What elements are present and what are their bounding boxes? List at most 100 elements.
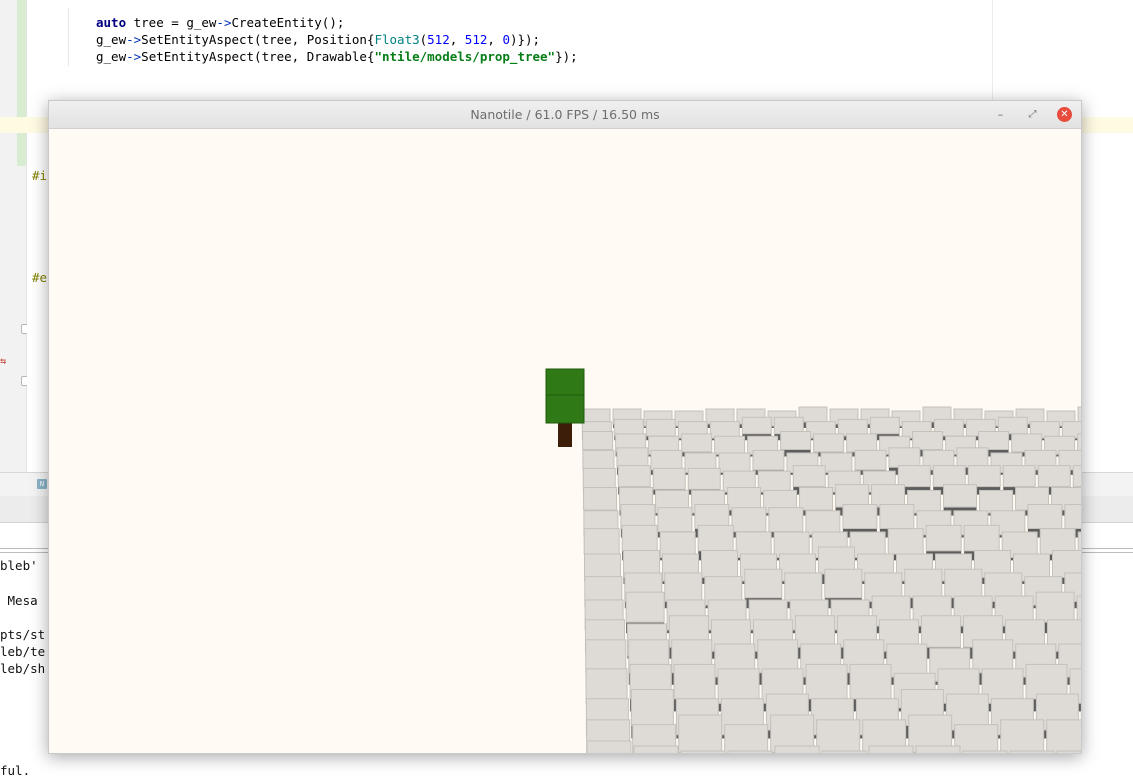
terrain-tile <box>846 433 878 453</box>
terrain-tile <box>842 504 878 530</box>
terrain-tile <box>727 750 773 753</box>
console-line: ful. <box>0 763 31 778</box>
terrain-tile <box>621 524 658 552</box>
terrain-tile <box>824 568 863 599</box>
terrain-tile <box>932 465 966 488</box>
terrain-tile <box>625 591 665 623</box>
terrain-tile <box>1037 465 1071 488</box>
terrain-tile <box>915 745 961 753</box>
terrain-tile <box>741 416 772 435</box>
terrain-tile <box>805 510 841 536</box>
terrain-tile <box>805 663 848 700</box>
terrain-tile <box>697 524 734 552</box>
terrain-tile <box>780 431 812 451</box>
terrain-tile <box>1077 433 1081 453</box>
terrain-tile <box>630 688 674 726</box>
terrain-tile <box>954 724 999 753</box>
terrain-tile <box>1027 504 1063 530</box>
terrain-tile <box>582 449 615 471</box>
preprocessor-directive: #i <box>32 168 48 183</box>
terrain-tile <box>583 528 620 555</box>
terrain-tile <box>673 663 716 700</box>
terrain-tile <box>1035 591 1075 623</box>
terrain-tile <box>1009 750 1055 753</box>
terrain-tile <box>585 639 627 674</box>
terrain-tile <box>652 467 686 490</box>
terrain-tile <box>744 568 783 599</box>
terrain-tile <box>687 467 721 490</box>
terrain-tile <box>799 487 834 511</box>
tree-foliage-top <box>545 368 585 396</box>
terrain-tile <box>1011 433 1043 453</box>
window-title: Nanotile / 61.0 FPS / 16.50 ms <box>470 107 660 122</box>
terrain-tile <box>709 421 740 439</box>
terrain-tile <box>645 418 676 437</box>
terrain-tile <box>962 750 1008 753</box>
minimize-icon[interactable]: – <box>993 107 1008 122</box>
terrain-tile <box>887 528 924 555</box>
terrain-tile <box>752 449 785 471</box>
terrain-tile <box>757 470 791 493</box>
terrain-tile <box>583 487 618 511</box>
terrain-tile <box>888 447 921 468</box>
code-line-1: auto tree = g_ew->CreateEntity(); <box>96 15 345 30</box>
console-line: leb/te <box>0 644 46 659</box>
terrain-tile <box>925 524 962 552</box>
terrain-tile <box>794 615 835 648</box>
console-line: leb/sh <box>0 661 46 676</box>
terrain-tile <box>768 507 804 533</box>
terrain-tile <box>714 435 746 455</box>
terrain-scene <box>545 368 1081 753</box>
terrain-tile <box>967 465 1001 488</box>
terrain-tile <box>1064 504 1081 530</box>
tree-foliage-bottom <box>545 394 585 424</box>
terrain-tile <box>944 568 983 599</box>
terrain-tile <box>912 431 944 451</box>
render-viewport[interactable] <box>49 129 1081 753</box>
nanotile-window[interactable]: Nanotile / 61.0 FPS / 16.50 ms – ⤢ ✕ <box>48 100 1082 754</box>
terrain-tile <box>1077 406 1081 423</box>
close-icon[interactable]: ✕ <box>1057 107 1072 122</box>
terrain-tile <box>956 447 989 468</box>
console-line: pts/st <box>0 627 46 642</box>
terrain-tile <box>582 431 614 451</box>
status-badge[interactable]: N <box>37 479 47 489</box>
terrain-tile <box>784 572 823 602</box>
terrain-tile <box>1056 750 1081 753</box>
window-titlebar[interactable]: Nanotile / 61.0 FPS / 16.50 ms – ⤢ ✕ <box>49 101 1081 129</box>
console-line: bleb' <box>0 558 38 573</box>
terrain-tile <box>731 507 767 533</box>
terrain-tile <box>757 639 799 674</box>
terrain-tile <box>869 416 900 435</box>
terrain-tile <box>717 668 760 704</box>
vcs-change-marker <box>17 0 26 166</box>
terrain-tile <box>1000 719 1045 753</box>
terrain-tile <box>678 714 723 753</box>
code-line-3: g_ew->SetEntityAspect(tree, Drawable{"nt… <box>96 49 578 64</box>
terrain-tile <box>1046 719 1081 753</box>
terrain-tile <box>972 639 1014 674</box>
terrain-tile <box>920 615 961 648</box>
terrain-tile <box>586 740 632 753</box>
terrain-tile <box>1002 465 1036 488</box>
terrain-tile <box>813 433 845 453</box>
terrain-tile <box>1072 465 1081 488</box>
terrain-tile <box>904 568 943 599</box>
terrain-tile <box>792 465 826 488</box>
indent-guide <box>68 8 69 66</box>
terrain-tile <box>727 487 762 511</box>
terrain-tile <box>816 719 861 753</box>
terrain-tile <box>701 549 738 578</box>
terrain-tile <box>718 452 751 473</box>
terrain-tile <box>979 489 1014 514</box>
swap-arrows-icon[interactable]: ⇆ <box>0 356 6 367</box>
terrain-tile <box>943 484 978 508</box>
terrain-tile <box>774 745 820 753</box>
preprocessor-directive: #e <box>32 270 48 285</box>
maximize-icon[interactable]: ⤢ <box>1025 107 1040 122</box>
terrain-tile <box>854 449 887 471</box>
terrain-tile <box>879 504 915 530</box>
terrain-tile <box>633 745 679 753</box>
terrain-tile <box>616 447 649 468</box>
terrain-tile <box>650 449 683 471</box>
